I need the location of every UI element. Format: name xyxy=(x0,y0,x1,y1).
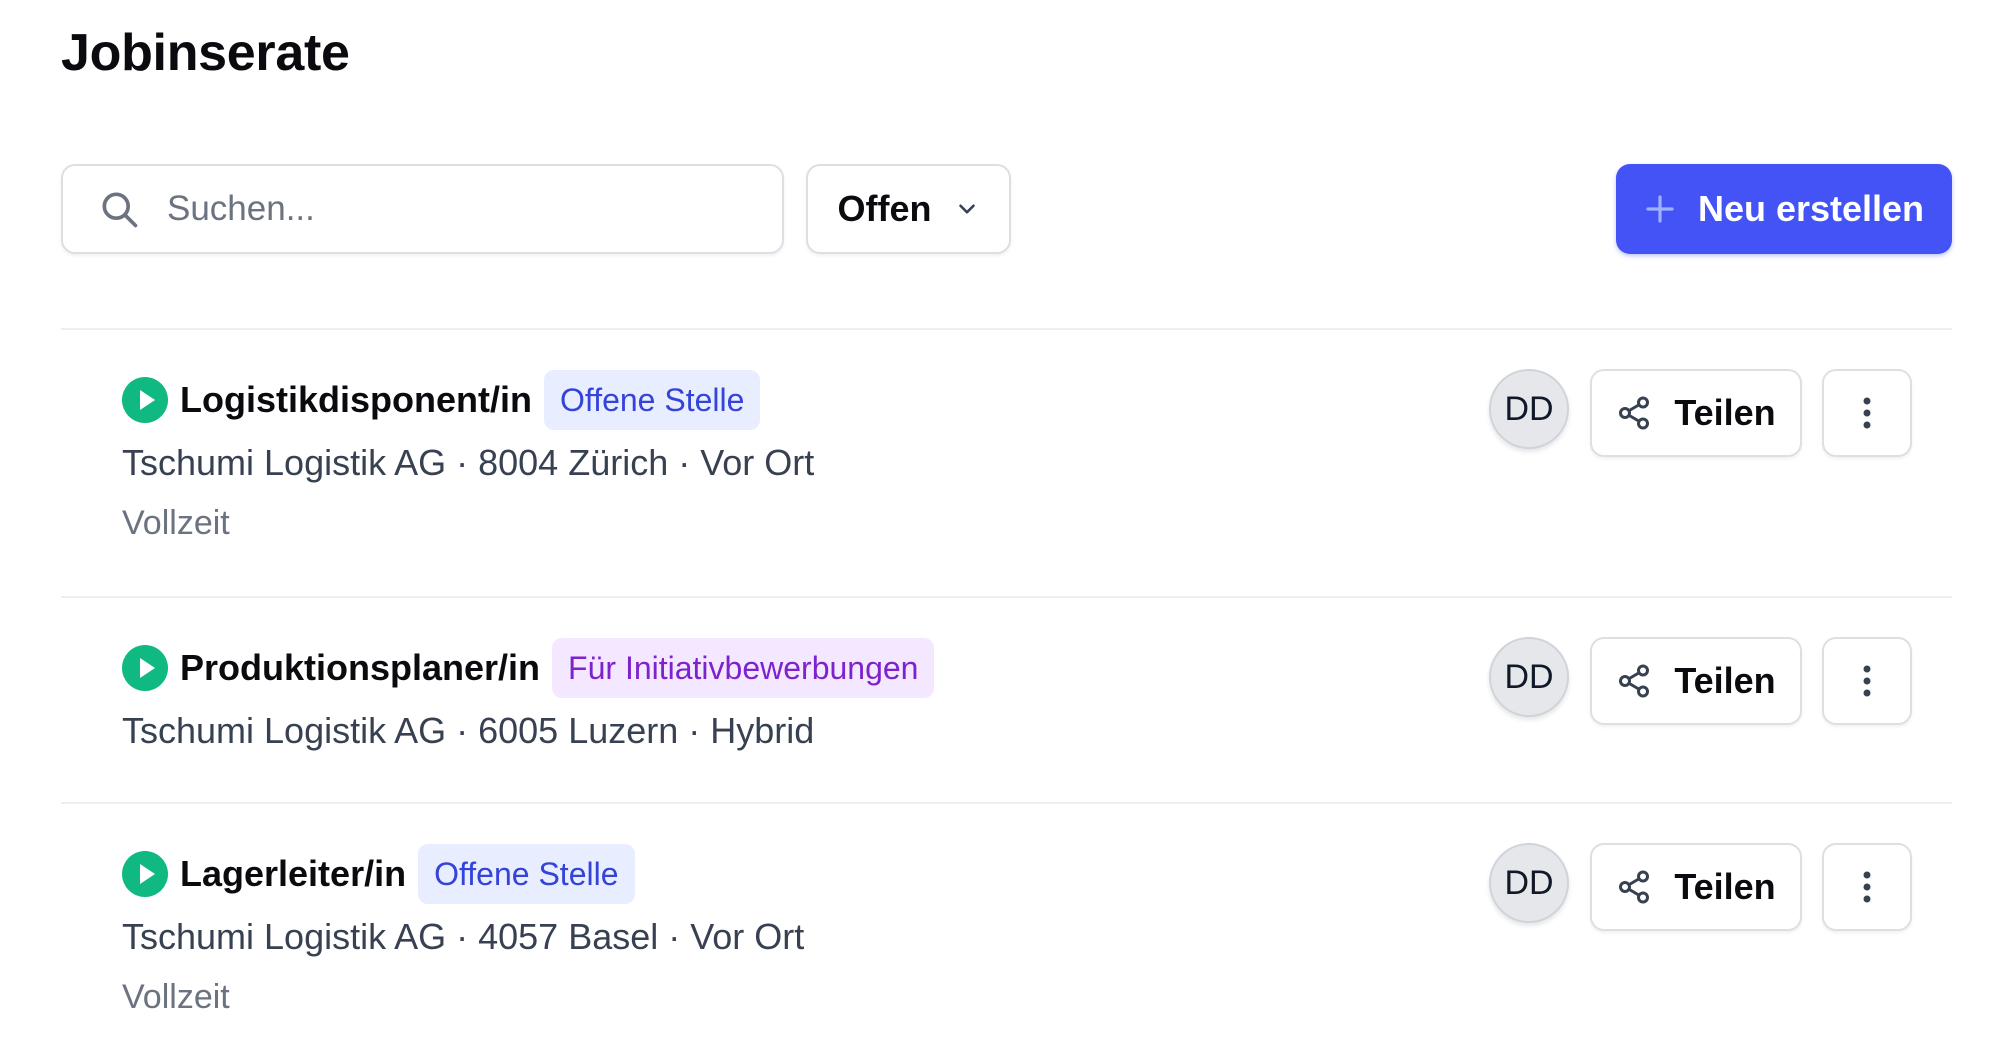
job-status-badge: Für Initiativbewerbungen xyxy=(552,638,935,698)
page-title: Jobinserate xyxy=(61,24,350,82)
share-icon xyxy=(1616,869,1652,905)
status-filter-dropdown[interactable]: Offen xyxy=(806,164,1011,254)
share-button-label: Teilen xyxy=(1674,392,1776,433)
job-meta: Tschumi Logistik AG · 4057 Basel · Vor O… xyxy=(122,916,805,957)
share-button-label: Teilen xyxy=(1674,660,1776,701)
more-options-button[interactable] xyxy=(1822,637,1912,725)
share-icon xyxy=(1616,395,1652,431)
job-title[interactable]: Produktionsplaner/in xyxy=(180,647,540,689)
more-vertical-icon xyxy=(1861,869,1873,905)
job-title-line: Produktionsplaner/in Für Initiativbewerb… xyxy=(122,638,935,698)
job-title[interactable]: Logistikdisponent/in xyxy=(180,379,532,421)
create-new-button[interactable]: Neu erstellen xyxy=(1616,164,1952,254)
play-circle-icon xyxy=(122,377,168,423)
search-input[interactable] xyxy=(167,189,747,229)
share-button[interactable]: Teilen xyxy=(1590,637,1802,725)
job-status-badge: Offene Stelle xyxy=(418,844,635,904)
avatar[interactable]: DD xyxy=(1489,843,1569,923)
share-button[interactable]: Teilen xyxy=(1590,843,1802,931)
more-vertical-icon xyxy=(1861,395,1873,431)
list-divider xyxy=(61,328,1952,330)
search-icon xyxy=(97,187,141,231)
job-title-line: Lagerleiter/in Offene Stelle xyxy=(122,844,635,904)
status-filter-value: Offen xyxy=(837,188,932,229)
list-divider xyxy=(61,596,1952,598)
job-postings-page: Jobinserate Offen Neu erstellen xyxy=(0,0,2000,1060)
more-options-button[interactable] xyxy=(1822,843,1912,931)
avatar[interactable]: DD xyxy=(1489,369,1569,449)
play-circle-icon xyxy=(122,645,168,691)
create-new-label: Neu erstellen xyxy=(1697,188,1925,229)
search-box[interactable] xyxy=(61,164,784,254)
chevron-down-icon xyxy=(954,196,980,222)
job-meta: Tschumi Logistik AG · 6005 Luzern · Hybr… xyxy=(122,710,815,751)
share-button-label: Teilen xyxy=(1674,866,1776,907)
plus-icon xyxy=(1644,193,1676,225)
list-divider xyxy=(61,802,1952,804)
job-status-badge: Offene Stelle xyxy=(543,370,761,430)
job-title[interactable]: Lagerleiter/in xyxy=(180,853,406,895)
job-employment-type: Vollzeit xyxy=(122,504,230,542)
share-button[interactable]: Teilen xyxy=(1590,369,1802,457)
play-circle-icon xyxy=(122,851,168,897)
share-icon xyxy=(1616,663,1652,699)
avatar[interactable]: DD xyxy=(1489,637,1569,717)
job-meta: Tschumi Logistik AG · 8004 Zürich · Vor … xyxy=(122,442,815,483)
job-title-line: Logistikdisponent/in Offene Stelle xyxy=(122,370,761,430)
more-options-button[interactable] xyxy=(1822,369,1912,457)
job-employment-type: Vollzeit xyxy=(122,978,230,1016)
more-vertical-icon xyxy=(1861,663,1873,699)
